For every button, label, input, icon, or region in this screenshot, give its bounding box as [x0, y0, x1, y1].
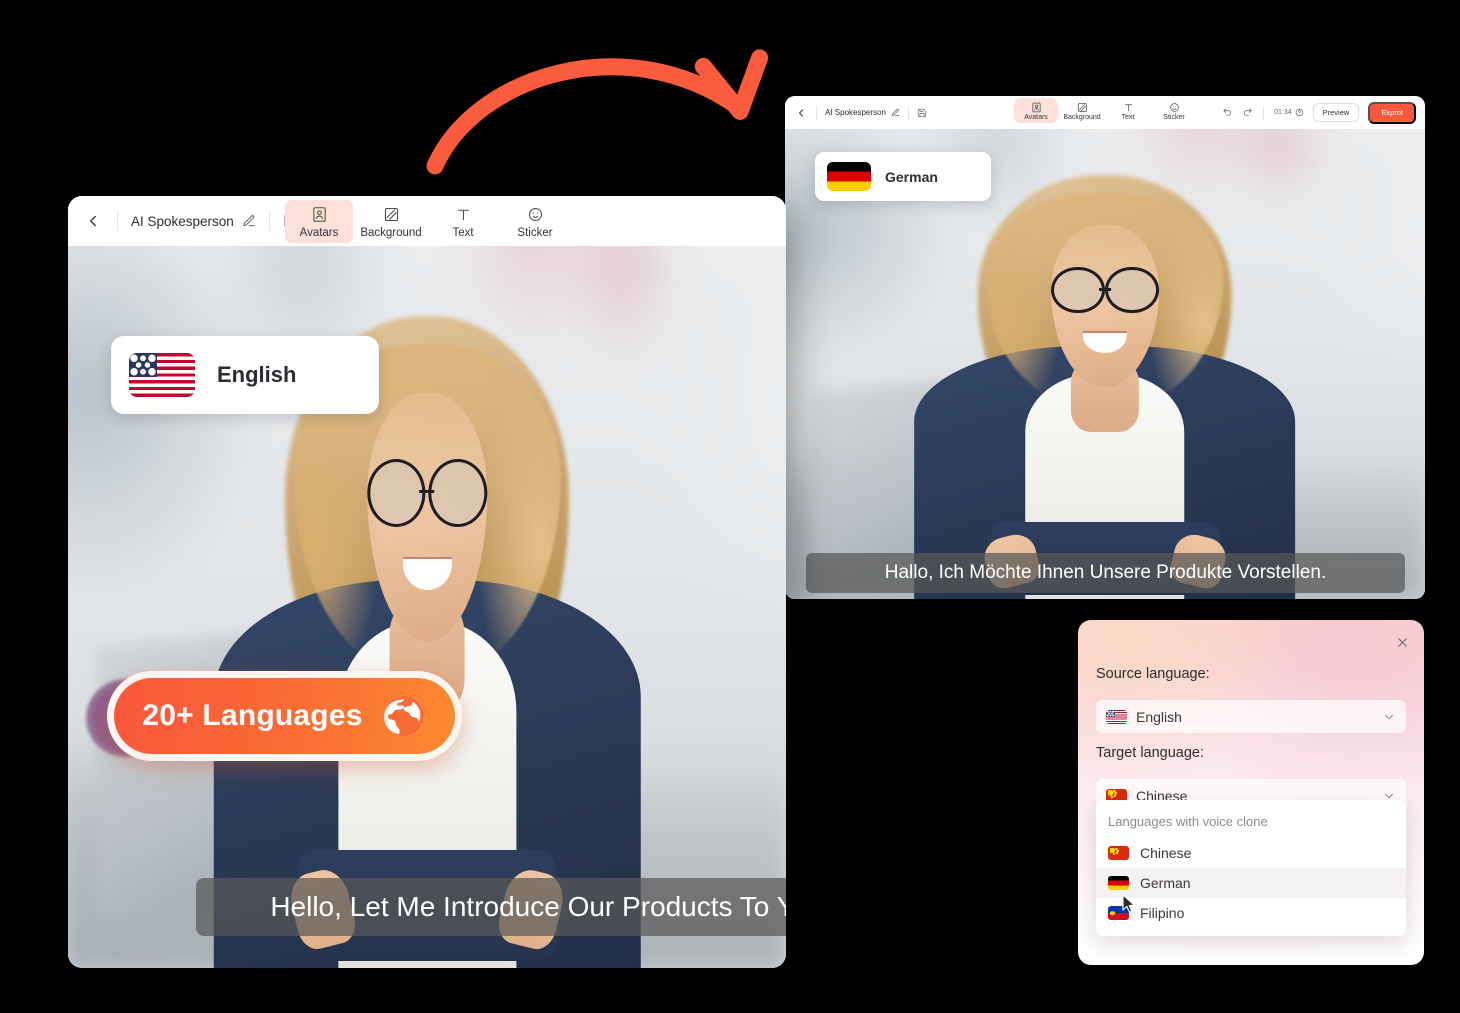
pencil-icon[interactable] — [242, 214, 256, 228]
tab-background[interactable]: Background — [357, 200, 425, 243]
tab-avatars[interactable]: Avatars — [1014, 98, 1058, 123]
flow-arrow — [426, 49, 769, 175]
toolbar-divider-2 — [907, 106, 909, 119]
sticker-icon — [527, 205, 544, 224]
main-window-tabs: Avatars Background Text Sticker — [285, 200, 569, 243]
tab-sticker[interactable]: Sticker — [1152, 98, 1196, 123]
preview-button[interactable]: Preview — [1312, 103, 1360, 122]
language-chip-english-label: English — [217, 362, 297, 387]
tab-text[interactable]: Text — [1106, 98, 1150, 123]
language-chip-german-label: German — [885, 168, 938, 185]
tab-background[interactable]: Background — [1060, 98, 1104, 123]
help-circle-icon[interactable] — [1295, 108, 1304, 117]
tab-sticker[interactable]: Sticker — [501, 200, 569, 243]
dropdown-group-title: Languages with voice clone — [1108, 814, 1268, 829]
chevron-down-icon[interactable] — [1382, 710, 1396, 724]
toolbar-divider-3 — [1263, 106, 1265, 119]
translate-language-panel: Source language: English Target language… — [1078, 620, 1424, 965]
flag-de-icon — [1108, 876, 1129, 890]
presenter-glasses — [366, 459, 488, 528]
subtitle-caption-english[interactable]: Hello, Let Me Introduce Our Products To … — [196, 878, 786, 936]
second-window-tabs: Avatars Background Text Sticker — [1014, 98, 1196, 123]
project-title[interactable]: AI Spokesperson — [825, 108, 886, 117]
flag-cn-icon — [1108, 846, 1129, 860]
tab-avatars-label: Avatars — [299, 227, 339, 239]
toolbar-divider — [816, 106, 817, 119]
flag-ph-icon — [1108, 906, 1129, 920]
second-toolbar-right-group: 01:34 Preview Exprot — [1222, 101, 1416, 124]
tab-background-label: Background — [1063, 114, 1101, 121]
tab-sticker-label: Sticker — [1163, 114, 1185, 121]
tab-sticker-label: Sticker — [517, 227, 553, 239]
main-editor-window: AI Spokesperson Avatars Background Text … — [68, 196, 786, 968]
duration-label: 01:34 — [1274, 109, 1292, 116]
undo-icon[interactable] — [1222, 107, 1233, 118]
second-window-toolbar: AI Spokesperson Avatars Background Text … — [785, 96, 1425, 129]
second-editor-window: AI Spokesperson Avatars Background Text … — [785, 96, 1425, 599]
save-icon[interactable] — [917, 108, 927, 118]
curved-arrow-icon — [426, 58, 746, 175]
dropdown-option-filipino-label: Filipino — [1140, 905, 1185, 921]
curved-arrow-head-icon — [694, 49, 769, 120]
tab-avatars-label: Avatars — [1024, 114, 1048, 121]
dropdown-option-chinese-label: Chinese — [1140, 845, 1192, 861]
redo-icon[interactable] — [1242, 107, 1253, 118]
second-toolbar-left-group: AI Spokesperson — [794, 106, 927, 120]
export-button[interactable]: Exprot — [1368, 101, 1416, 124]
source-language-value: English — [1136, 708, 1182, 725]
flag-us-icon — [1106, 709, 1127, 724]
subtitle-caption-german[interactable]: Hallo, Ich Möchte Ihnen Unsere Produkte … — [806, 553, 1405, 593]
target-language-dropdown: Languages with voice clone Chinese Germa… — [1096, 800, 1406, 936]
back-icon[interactable] — [82, 210, 104, 232]
flag-us-icon — [129, 353, 195, 397]
toolbar-divider-2 — [268, 211, 270, 231]
language-chip-german[interactable]: German — [815, 152, 991, 201]
toolbar-divider — [117, 211, 118, 231]
tab-avatars[interactable]: Avatars — [285, 200, 353, 243]
languages-badge[interactable]: 20+ Languages — [107, 671, 462, 761]
dropdown-option-chinese[interactable]: Chinese — [1096, 838, 1406, 868]
globe-icon — [383, 695, 424, 737]
text-icon — [1123, 101, 1134, 113]
project-title[interactable]: AI Spokesperson — [131, 214, 234, 229]
pencil-icon[interactable] — [891, 108, 900, 117]
main-toolbar-left-group: AI Spokesperson — [82, 210, 299, 232]
flag-de-icon — [827, 162, 871, 191]
main-window-toolbar: AI Spokesperson Avatars Background Text … — [68, 196, 786, 246]
close-icon[interactable] — [1392, 632, 1412, 652]
avatar-icon — [311, 205, 328, 224]
tab-text[interactable]: Text — [429, 200, 497, 243]
main-window-video-stage[interactable]: English 20+ Languages Hello, Let Me Intr… — [68, 246, 786, 968]
background-icon — [383, 205, 400, 224]
target-language-label: Target language: — [1096, 745, 1205, 761]
back-icon[interactable] — [794, 106, 808, 120]
background-icon — [1077, 101, 1088, 113]
tab-text-label: Text — [1121, 114, 1135, 121]
tab-text-label: Text — [452, 227, 474, 239]
languages-badge-label: 20+ Languages — [142, 699, 363, 732]
dropdown-option-german-label: German — [1140, 875, 1191, 891]
sticker-icon — [1169, 101, 1180, 113]
dropdown-option-filipino[interactable]: Filipino — [1096, 898, 1406, 928]
second-window-video-stage[interactable]: German Hallo, Ich Möchte Ihnen Unsere Pr… — [785, 129, 1425, 599]
source-language-select[interactable]: English — [1096, 700, 1406, 733]
dropdown-option-german[interactable]: German — [1096, 868, 1406, 898]
languages-badge-wrapper: 20+ Languages — [86, 671, 466, 767]
duration-chip: 01:34 — [1274, 108, 1304, 117]
avatar-presenter — [907, 148, 1304, 599]
source-language-label: Source language: — [1096, 666, 1210, 682]
tab-background-label: Background — [360, 227, 422, 239]
presenter-glasses — [1051, 266, 1159, 314]
avatar-icon — [1031, 101, 1042, 113]
text-icon — [455, 205, 472, 224]
language-chip-english[interactable]: English — [111, 336, 379, 414]
